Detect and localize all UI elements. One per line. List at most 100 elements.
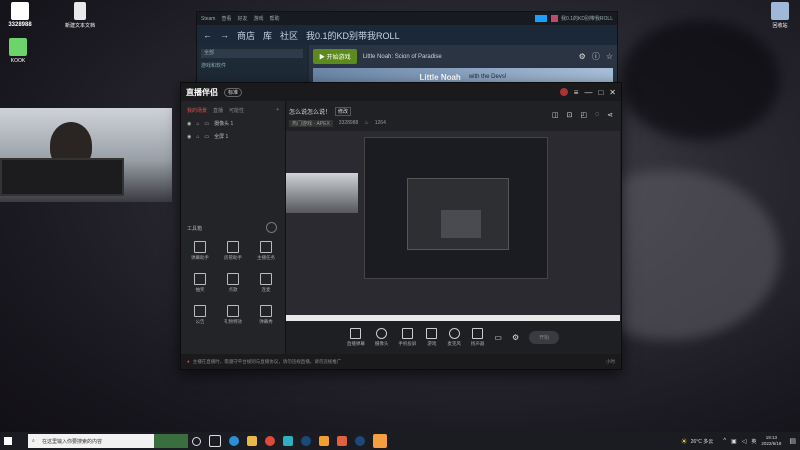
steam-menu-4[interactable]: 帮助	[270, 15, 280, 22]
nav-library[interactable]: 库	[263, 29, 272, 42]
steam-avatar[interactable]	[551, 15, 559, 22]
record-icon[interactable]: ▭	[494, 333, 502, 342]
taskbar-widget[interactable]	[154, 434, 188, 448]
forward-arrow-icon[interactable]: →	[220, 30, 229, 40]
desktop-icon-newfile[interactable]: 新建文本文档	[60, 2, 100, 29]
steam-menu-0[interactable]: Steam	[201, 16, 215, 22]
weather-text[interactable]: 26°C 多云	[691, 438, 714, 445]
weather-icon[interactable]: ☀	[680, 437, 687, 446]
start-live-button[interactable]: 开始	[529, 331, 560, 344]
input-language[interactable]: 英	[751, 438, 756, 445]
back-arrow-icon[interactable]: ←	[203, 30, 212, 40]
volume-icon[interactable]: ◁	[742, 438, 747, 445]
nav-community[interactable]: 社区	[280, 29, 298, 42]
tool-song[interactable]: 点歌	[218, 273, 248, 293]
stream-title[interactable]: 怎么说怎么说！	[289, 107, 331, 116]
steam-icon[interactable]	[355, 436, 365, 446]
clock[interactable]: 19:13 2022/6/18	[761, 435, 781, 447]
scene-item[interactable]: ◉ ⌂ ▭ 全屏 1	[181, 130, 285, 143]
phone-icon	[401, 328, 413, 339]
danmu-button[interactable]: 直播弹幕	[347, 328, 365, 347]
preview-canvas[interactable]	[286, 131, 620, 321]
tool-task[interactable]: 主播任务	[251, 241, 281, 261]
tray-chevron-icon[interactable]: ^	[723, 438, 726, 444]
desktop-icon-recycle[interactable]: 回收站	[762, 2, 798, 29]
tool-effect[interactable]: 礼物特效	[218, 305, 248, 325]
bell-icon[interactable]: ◌	[595, 111, 599, 119]
steam-user[interactable]: 我0.1的KD别带我ROLL	[561, 15, 613, 22]
play-button[interactable]: ▶ 开始游戏	[313, 49, 357, 64]
task-view-icon[interactable]	[209, 435, 221, 447]
windows-taskbar: ⌕ 在这里输入你要搜索的内容 ☀ 26°C 多云 ^ ▣ ◁ 英 19:13 2…	[0, 432, 800, 450]
huya-app-icon[interactable]	[319, 436, 329, 446]
steam-menu-2[interactable]: 好友	[237, 15, 247, 22]
tab-live[interactable]: 直播	[213, 107, 223, 114]
webcam-overlay	[0, 108, 172, 202]
menu-icon[interactable]: ≡	[574, 88, 579, 97]
file-explorer-icon[interactable]	[247, 436, 257, 446]
game-button[interactable]: 游戏	[426, 328, 438, 347]
tool-lottery[interactable]: 抽奖	[185, 273, 215, 293]
stream-info: 怎么说怎么说！ 修改 热门游戏 · APEX 3328988 ♨ 1264	[289, 107, 386, 127]
gear-icon[interactable]: ⚙	[579, 52, 586, 61]
chrome-icon[interactable]	[265, 436, 275, 446]
tool-notice[interactable]: 公告	[185, 305, 215, 325]
tool-show[interactable]: 弹幕秀	[251, 305, 281, 325]
category-tag[interactable]: 热门游戏 · APEX	[289, 120, 333, 127]
tool-link[interactable]: 连麦	[251, 273, 281, 293]
bag-icon[interactable]: ◰	[580, 111, 587, 119]
taskbar-search-input[interactable]: ⌕ 在这里输入你要搜索的内容	[28, 434, 154, 448]
edit-title-button[interactable]: 修改	[335, 107, 352, 116]
info-icon[interactable]: ⓘ	[592, 51, 600, 62]
speaker-button[interactable]: 扬声器	[471, 328, 484, 347]
lock-icon[interactable]: ⊡	[566, 111, 572, 119]
camera-button[interactable]: 摄像头	[375, 328, 388, 347]
tab-scenes[interactable]: 我的场景	[187, 107, 207, 114]
nav-profile[interactable]: 我0.1的KD别带我ROLL	[306, 29, 400, 42]
camera-icon: ▭	[204, 120, 210, 127]
network-icon[interactable]: ▣	[731, 438, 737, 445]
desktop-icon-kook[interactable]: KOOK	[0, 38, 36, 64]
eye-icon[interactable]: ◉	[187, 134, 191, 140]
steam-menu-3[interactable]: 游戏	[253, 15, 263, 22]
minimize-icon[interactable]: —	[584, 88, 592, 97]
steam-broadcast-icon[interactable]	[535, 15, 548, 22]
lock-icon[interactable]: ⌂	[196, 121, 199, 127]
phone-cast-button[interactable]: 手机投屏	[398, 328, 416, 347]
mic-button[interactable]: 麦克风	[447, 328, 461, 347]
lock-icon[interactable]: ⌂	[196, 134, 199, 140]
library-filter[interactable]: 游戏和软件	[201, 62, 303, 69]
add-scene-icon[interactable]: +	[276, 107, 279, 114]
star-icon[interactable]: ☆	[606, 52, 613, 61]
toolbox-expand-icon[interactable]	[266, 222, 277, 233]
maximize-icon[interactable]: □	[598, 88, 603, 97]
desktop-icon-huya[interactable]: 3328988	[2, 2, 38, 28]
cortana-icon[interactable]	[192, 436, 201, 446]
steam-icon[interactable]	[301, 436, 311, 446]
tool-danmu[interactable]: 弹幕助手	[185, 241, 215, 261]
edge-icon[interactable]	[229, 436, 239, 446]
notification-center-icon[interactable]: ▤	[789, 437, 796, 445]
tool-admin[interactable]: 房管助手	[218, 241, 248, 261]
avatar[interactable]	[559, 88, 568, 96]
share-icon[interactable]: ⋖	[607, 111, 613, 119]
notification-icon[interactable]: ◫	[552, 111, 559, 119]
studio-app-icon[interactable]	[337, 436, 347, 446]
nav-store[interactable]: 商店	[237, 29, 255, 42]
mic-icon	[448, 328, 460, 339]
streaming-studio-window[interactable]: 直播伴侣 标准 ≡ — □ ✕ 我的场景 直播 可能性 + ◉ ⌂ ▭ 摄像头 …	[180, 82, 622, 370]
studio-app-icon[interactable]	[373, 434, 387, 448]
studio-badge[interactable]: 标准	[224, 87, 243, 97]
tab-misc[interactable]: 可能性	[229, 107, 244, 114]
steam-window[interactable]: Steam 查看 好友 游戏 帮助 我0.1的KD别带我ROLL ← → 商店 …	[196, 11, 618, 93]
scene-item[interactable]: ◉ ⌂ ▭ 摄像头 1	[181, 117, 285, 130]
steam-menu-1[interactable]: 查看	[221, 15, 231, 22]
windows-start-icon[interactable]	[4, 437, 12, 445]
header-actions: ◫ ⊡ ◰ ◌ ⋖	[552, 111, 613, 119]
close-icon[interactable]: ✕	[609, 88, 616, 97]
app-icon[interactable]	[283, 436, 293, 446]
settings-icon[interactable]: ⚙	[512, 333, 519, 342]
eye-icon[interactable]: ◉	[187, 121, 191, 127]
toolbox-label: 工具箱	[187, 226, 203, 232]
library-search-input[interactable]: 全部	[201, 49, 303, 58]
